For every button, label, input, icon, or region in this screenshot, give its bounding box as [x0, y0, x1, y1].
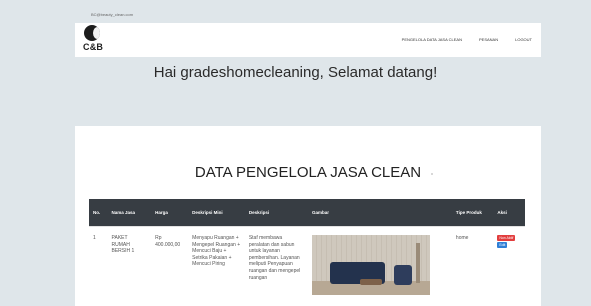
nav-link-pesanan[interactable]: PESANAN [479, 37, 498, 42]
cell-no: 1 [89, 226, 108, 295]
logo-text: C&B [83, 42, 104, 52]
col-header-deskripsi: Deskripsi [244, 199, 309, 227]
col-header-nama-jasa: Nama Jasa [107, 199, 152, 227]
cell-deskripsi: Staf membawa peralatan dan sabun untuk l… [244, 226, 309, 295]
table-header-row: No. Nama Jasa Harga Deskripsi Mini Deskr… [89, 199, 525, 227]
data-card: DATA PENGELOLA JASA CLEAN No. Nama Jasa … [75, 126, 541, 306]
logo[interactable]: C&B [82, 25, 110, 55]
col-header-gambar: Gambar [308, 199, 452, 227]
cell-nama-jasa: PAKET RUMAH BERSIH 1 [107, 226, 152, 295]
welcome-heading: Hai gradeshomecleaning, Selamat datang! [153, 64, 438, 81]
navbar: C&B PENGELOLA DATA JASA CLEAN PESANAN LO… [75, 23, 541, 57]
logo-icon [84, 25, 100, 41]
image-table [360, 279, 383, 285]
nav-menu: PENGELOLA DATA JASA CLEAN PESANAN LOGOUT [402, 37, 532, 42]
col-header-aksi: Aksi [493, 199, 525, 227]
table-row: 1 PAKET RUMAH BERSIH 1 Rp 400.000,00 Men… [89, 226, 525, 295]
services-table: No. Nama Jasa Harga Deskripsi Mini Deskr… [89, 199, 525, 295]
cell-tipe-produk: home [451, 226, 494, 295]
image-chair [394, 265, 413, 285]
cell-gambar [308, 226, 452, 295]
card-title: DATA PENGELOLA JASA CLEAN [194, 164, 422, 181]
decorative-dot [431, 173, 433, 175]
nav-link-logout[interactable]: LOGOUT [515, 37, 532, 42]
nonaktif-button[interactable]: Non Aktif [497, 235, 516, 241]
cell-deskripsi-mini: Menyapu Ruangan + Mengepel Ruangan + Men… [188, 226, 245, 295]
service-image [312, 235, 431, 295]
col-header-deskripsi-mini: Deskripsi Mini [188, 199, 245, 227]
image-lamp [416, 243, 421, 283]
nav-link-pengelola-data[interactable]: PENGELOLA DATA JASA CLEAN [402, 37, 462, 42]
col-header-harga: Harga [151, 199, 189, 227]
user-email: BC@beauty_clean.com [91, 12, 134, 17]
edit-button[interactable]: Edit [497, 242, 508, 248]
cell-harga: Rp 400.000,00 [151, 226, 189, 295]
cell-aksi: Non Aktif Edit [493, 226, 525, 295]
col-header-no: No. [89, 199, 108, 227]
col-header-tipe-produk: Tipe Produk [451, 199, 494, 227]
